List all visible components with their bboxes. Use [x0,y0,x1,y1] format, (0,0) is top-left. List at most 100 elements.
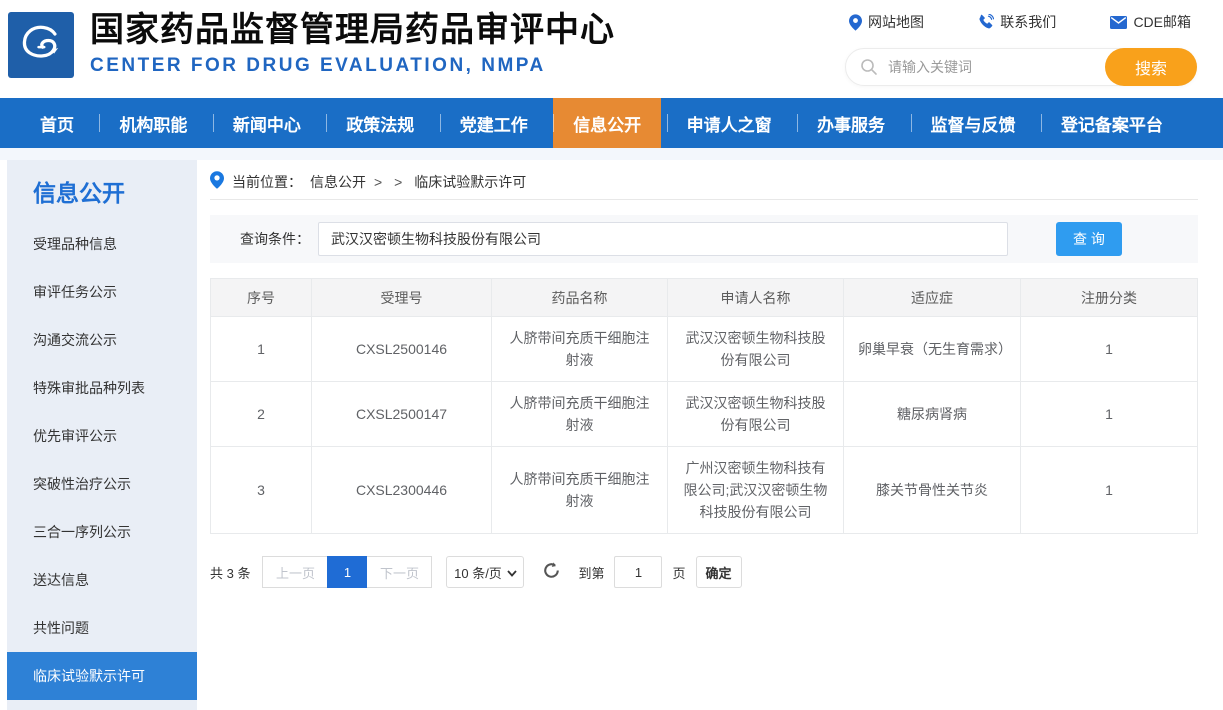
prev-page-button[interactable]: 上一页 [262,556,328,588]
cell-acceptance-no: CXSL2500147 [312,382,492,447]
cde-logo[interactable] [8,12,74,78]
header-search: 搜索 [845,48,1197,86]
page-1-button[interactable]: 1 [327,556,367,588]
sidebar-item-three-in-one[interactable]: 三合一序列公示 [7,508,197,556]
table-row: 1 CXSL2500146 人脐带间充质干细胞注射液 武汉汉密顿生物科技股份有限… [211,317,1198,382]
col-reg-class: 注册分类 [1021,279,1198,317]
cell-acceptance-no: CXSL2500146 [312,317,492,382]
sidebar-item-common-issues[interactable]: 共性问题 [7,604,197,652]
col-seq: 序号 [211,279,312,317]
query-label: 查询条件： [240,229,310,249]
header-right: 网站地图 联系我们 CDE邮箱 搜索 [845,10,1197,86]
quick-links: 网站地图 联系我们 CDE邮箱 [845,10,1197,32]
page-size-select[interactable]: 10 条/页 [446,556,524,588]
sidebar-item-priority-review[interactable]: 优先审评公示 [7,412,197,460]
next-page-button[interactable]: 下一页 [366,556,432,588]
nav-policies[interactable]: 政策法规 [326,98,434,148]
phone-icon [978,14,994,30]
goto-page-input[interactable] [614,556,662,588]
cell-seq: 1 [211,317,312,382]
col-indication: 适应症 [844,279,1021,317]
site-subtitle: CENTER FOR DRUG EVALUATION, NMPA [90,55,615,77]
search-icon [860,58,878,81]
content: 信息公开 受理品种信息 审评任务公示 沟通交流公示 特殊审批品种列表 优先审评公… [0,160,1223,710]
cell-reg-class: 1 [1021,317,1198,382]
col-acceptance-no: 受理号 [312,279,492,317]
nav-home[interactable]: 首页 [20,98,94,148]
cell-seq: 3 [211,447,312,534]
cell-applicant: 武汉汉密顿生物科技股份有限公司 [668,317,844,382]
cell-applicant: 广州汉密顿生物科技有限公司;武汉汉密顿生物科技股份有限公司 [668,447,844,534]
link-cde-mail-label: CDE邮箱 [1133,12,1191,32]
cell-acceptance-no: CXSL2300446 [312,447,492,534]
cell-drug-name: 人脐带间充质干细胞注射液 [492,447,668,534]
nav-organization[interactable]: 机构职能 [99,98,207,148]
sidebar-item-clinical-trial-implied-license[interactable]: 临床试验默示许可 [7,652,197,700]
query-input[interactable] [318,222,1008,256]
pagination-total: 共 3 条 [210,563,250,582]
nav-news[interactable]: 新闻中心 [213,98,321,148]
nav-applicant-window[interactable]: 申请人之窗 [667,98,792,148]
results-table: 序号 受理号 药品名称 申请人名称 适应症 注册分类 1 CXSL2500146… [210,278,1198,534]
breadcrumb: 当前位置： 信息公开 > > 临床试验默示许可 [210,168,1198,200]
nav-info-disclosure[interactable]: 信息公开 [553,98,661,148]
query-panel: 查询条件： 查 询 [210,215,1198,263]
location-pin-icon [849,14,862,31]
table-row: 3 CXSL2300446 人脐带间充质干细胞注射液 广州汉密顿生物科技有限公司… [211,447,1198,534]
refresh-icon [542,561,561,583]
link-sitemap-label: 网站地图 [868,12,924,32]
content-top-strip [0,148,1223,160]
site-header: 国家药品监督管理局药品审评中心 CENTER FOR DRUG EVALUATI… [0,0,1223,98]
link-sitemap[interactable]: 网站地图 [849,12,924,32]
refresh-button[interactable] [542,562,562,582]
sidebar-item-communication[interactable]: 沟通交流公示 [7,316,197,364]
header-search-button[interactable]: 搜索 [1105,48,1197,86]
sidebar-item-accepted-products[interactable]: 受理品种信息 [7,220,197,268]
cell-reg-class: 1 [1021,447,1198,534]
link-cde-mail[interactable]: CDE邮箱 [1110,12,1191,32]
cell-indication: 卵巢早衰（无生育需求） [844,317,1021,382]
link-contact[interactable]: 联系我们 [978,12,1056,32]
cell-indication: 膝关节骨性关节炎 [844,447,1021,534]
breadcrumb-separator: > > [374,174,406,190]
main-nav: 首页 机构职能 新闻中心 政策法规 党建工作 信息公开 申请人之窗 办事服务 监… [0,98,1223,148]
breadcrumb-prefix: 当前位置： [232,172,302,192]
main-panel: 当前位置： 信息公开 > > 临床试验默示许可 查询条件： 查 询 序号 受理号… [210,160,1198,710]
mail-icon [1110,16,1127,29]
sidebar-list: 受理品种信息 审评任务公示 沟通交流公示 特殊审批品种列表 优先审评公示 突破性… [7,220,197,700]
col-applicant: 申请人名称 [668,279,844,317]
col-drug-name: 药品名称 [492,279,668,317]
goto-unit: 页 [672,563,685,582]
pagination: 共 3 条 上一页 1 下一页 10 条/页 到第 页 确定 [210,556,1198,588]
sidebar-item-delivery-info[interactable]: 送达信息 [7,556,197,604]
nav-party-building[interactable]: 党建工作 [440,98,548,148]
breadcrumb-pin-icon [210,171,224,192]
query-button[interactable]: 查 询 [1056,222,1122,256]
site-title: 国家药品监督管理局药品审评中心 [90,8,615,52]
cell-indication: 糖尿病肾病 [844,382,1021,447]
sidebar-item-special-approval[interactable]: 特殊审批品种列表 [7,364,197,412]
brand-text: 国家药品监督管理局药品审评中心 CENTER FOR DRUG EVALUATI… [90,8,615,77]
nav-supervision-feedback[interactable]: 监督与反馈 [911,98,1036,148]
sidebar-title: 信息公开 [33,176,197,210]
cell-applicant: 武汉汉密顿生物科技股份有限公司 [668,382,844,447]
cell-drug-name: 人脐带间充质干细胞注射液 [492,382,668,447]
sidebar: 信息公开 受理品种信息 审评任务公示 沟通交流公示 特殊审批品种列表 优先审评公… [7,160,197,710]
cell-drug-name: 人脐带间充质干细胞注射液 [492,317,668,382]
breadcrumb-section[interactable]: 信息公开 [310,172,366,192]
table-row: 2 CXSL2500147 人脐带间充质干细胞注射液 武汉汉密顿生物科技股份有限… [211,382,1198,447]
goto-label: 到第 [578,563,604,582]
nav-registration-platform[interactable]: 登记备案平台 [1041,98,1183,148]
nav-services[interactable]: 办事服务 [797,98,905,148]
brand: 国家药品监督管理局药品审评中心 CENTER FOR DRUG EVALUATI… [8,8,615,78]
breadcrumb-current: 临床试验默示许可 [414,172,526,192]
sidebar-item-review-tasks[interactable]: 审评任务公示 [7,268,197,316]
link-contact-label: 联系我们 [1000,12,1056,32]
page-size-value: 10 条/页 [454,563,502,582]
cde-logo-swirl-icon [14,16,68,75]
cell-seq: 2 [211,382,312,447]
sidebar-item-breakthrough-therapy[interactable]: 突破性治疗公示 [7,460,197,508]
cell-reg-class: 1 [1021,382,1198,447]
chevron-down-icon [507,565,517,580]
confirm-button[interactable]: 确定 [696,556,742,588]
